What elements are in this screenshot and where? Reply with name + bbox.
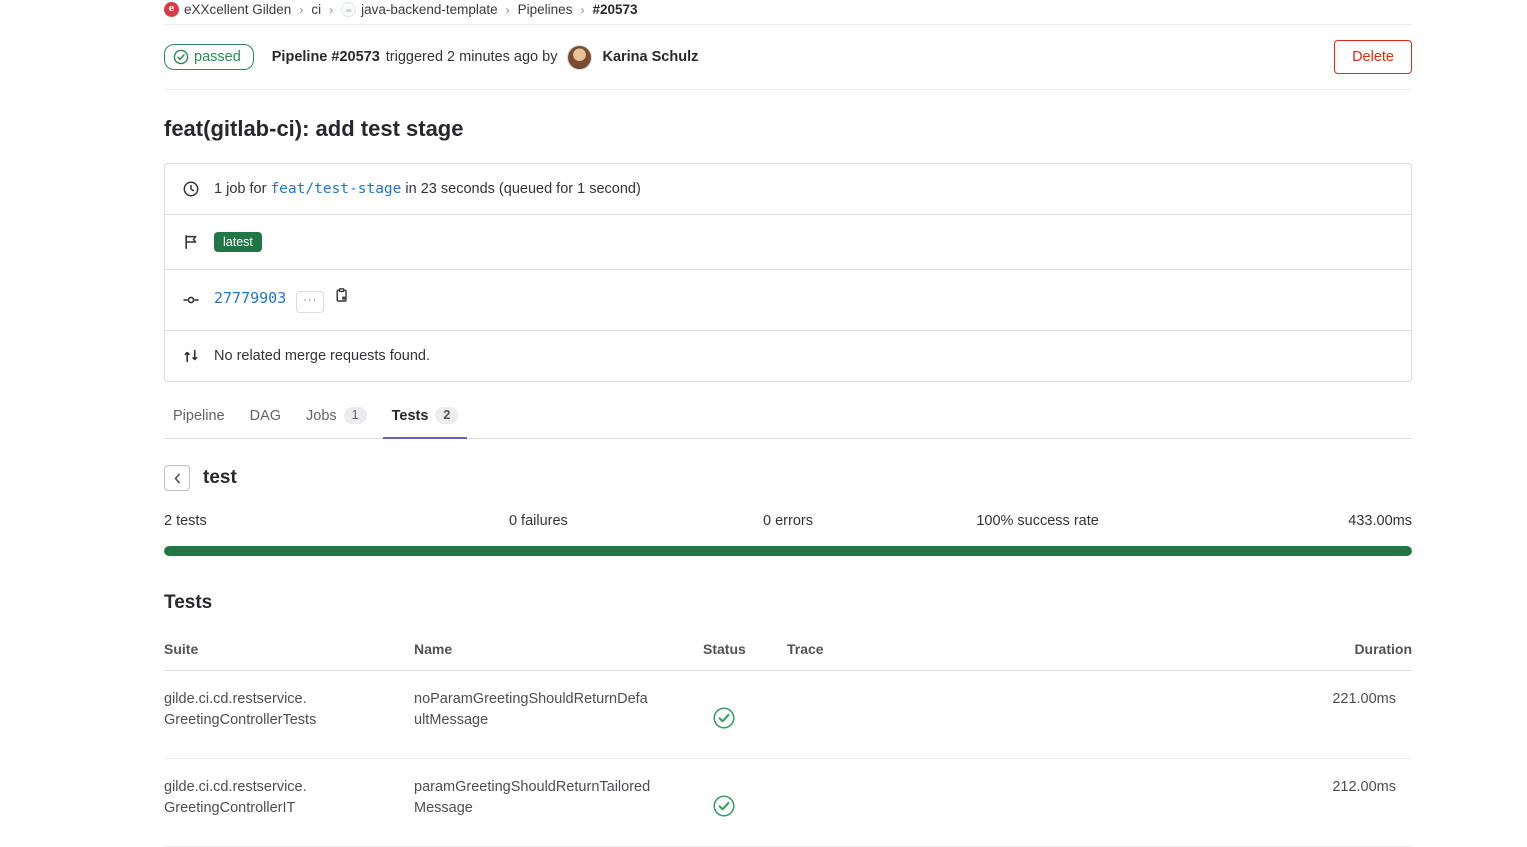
tab-jobs[interactable]: Jobs 1 xyxy=(297,395,376,439)
pipeline-trigger-info: Pipeline #20573 triggered 2 minutes ago … xyxy=(272,45,699,70)
breadcrumb-group-label: eXXcellent Gilden xyxy=(184,2,291,17)
page-title: feat(gitlab-ci): add test stage xyxy=(164,116,1412,142)
job-summary-row: 1 job for feat/test-stage in 23 seconds … xyxy=(165,164,1411,214)
test-row-suite: gilde.ci.cd.restservice. GreetingControl… xyxy=(164,671,414,759)
column-header-name: Name xyxy=(414,628,703,671)
breadcrumb-item-group[interactable]: e eXXcellent Gilden xyxy=(164,2,291,17)
success-rate-progress-track xyxy=(164,546,1412,556)
tab-tests[interactable]: Tests 2 xyxy=(383,395,468,439)
project-avatar-icon: ☕ xyxy=(341,2,356,17)
breadcrumb-pipeline-id-label: #20573 xyxy=(592,2,637,17)
commit-icon xyxy=(183,292,199,308)
commit-sha-link[interactable]: 27779903 xyxy=(214,289,286,307)
commit-description-toggle[interactable]: ··· xyxy=(296,291,324,313)
test-summary: 2 tests 0 failures 0 errors 100% success… xyxy=(164,513,1412,529)
breadcrumb: e eXXcellent Gilden › ci › ☕ java-backen… xyxy=(164,0,1412,25)
tab-pipeline[interactable]: Pipeline xyxy=(164,396,234,439)
pipeline-status-label: passed xyxy=(194,49,241,65)
test-row-duration: 221.00ms xyxy=(1302,671,1412,759)
test-suite-title: test xyxy=(203,467,237,489)
merge-request-text: No related merge requests found. xyxy=(214,348,430,364)
pipeline-id-label: Pipeline #20573 xyxy=(272,49,380,65)
pipeline-status-badge[interactable]: passed xyxy=(164,44,254,70)
column-header-status: Status xyxy=(703,628,787,671)
tab-dag-label: DAG xyxy=(250,408,281,424)
tests-heading: Tests xyxy=(164,592,1412,614)
check-circle-icon xyxy=(173,49,189,65)
breadcrumb-subgroup-label: ci xyxy=(311,2,321,17)
breadcrumb-item-subgroup[interactable]: ci xyxy=(311,2,321,17)
breadcrumb-item-pipeline-id: #20573 xyxy=(592,2,637,17)
test-row-trace xyxy=(787,671,1302,759)
merge-request-row: No related merge requests found. xyxy=(165,330,1411,381)
user-avatar[interactable] xyxy=(567,45,592,70)
breadcrumb-item-project[interactable]: ☕ java-backend-template xyxy=(341,2,498,17)
latest-badge[interactable]: latest xyxy=(214,232,262,252)
clock-icon xyxy=(183,181,199,197)
triggered-text: triggered 2 minutes ago by xyxy=(386,49,558,65)
test-row-duration: 212.00ms xyxy=(1302,759,1412,847)
breadcrumb-separator: › xyxy=(506,3,510,17)
test-suite-header: test xyxy=(164,465,1412,491)
chevron-left-icon xyxy=(171,472,184,485)
tab-jobs-label: Jobs xyxy=(306,408,337,424)
breadcrumb-pipelines-label: Pipelines xyxy=(518,2,573,17)
tab-pipeline-label: Pipeline xyxy=(173,408,225,424)
summary-duration: 433.00ms xyxy=(1162,513,1412,529)
summary-errors: 0 errors xyxy=(663,513,913,529)
breadcrumb-separator: › xyxy=(299,3,303,17)
job-summary-text: 1 job for feat/test-stage in 23 seconds … xyxy=(214,181,641,197)
commit-row: 27779903 ··· xyxy=(165,269,1411,330)
pipeline-info-card: 1 job for feat/test-stage in 23 seconds … xyxy=(164,163,1412,382)
column-header-suite: Suite xyxy=(164,628,414,671)
delete-button[interactable]: Delete xyxy=(1334,40,1412,74)
flag-icon xyxy=(183,234,199,250)
group-avatar-icon: e xyxy=(164,2,179,17)
clipboard-icon xyxy=(334,287,350,303)
test-row-trace xyxy=(787,759,1302,847)
test-row-status xyxy=(703,671,787,759)
breadcrumb-separator: › xyxy=(329,3,333,17)
test-row-suite: gilde.ci.cd.restservice. GreetingControl… xyxy=(164,759,414,847)
test-passed-icon xyxy=(713,795,735,817)
copy-commit-sha-button[interactable] xyxy=(334,287,350,303)
success-rate-progress-bar xyxy=(164,546,1412,556)
latest-badge-row: latest xyxy=(165,214,1411,269)
job-summary-suffix: in 23 seconds (queued for 1 second) xyxy=(405,181,640,197)
pipeline-tabs: Pipeline DAG Jobs 1 Tests 2 xyxy=(164,395,1412,439)
merge-request-icon xyxy=(183,348,199,364)
back-button[interactable] xyxy=(164,465,190,491)
column-header-duration: Duration xyxy=(1302,628,1412,671)
column-header-trace: Trace xyxy=(787,628,1302,671)
test-row-name: paramGreetingShouldReturnTailored Messag… xyxy=(414,759,703,847)
test-row-name: noParamGreetingShouldReturnDefa ultMessa… xyxy=(414,671,703,759)
job-summary-prefix: 1 job for xyxy=(214,181,266,197)
breadcrumb-separator: › xyxy=(580,3,584,17)
user-name[interactable]: Karina Schulz xyxy=(602,49,698,65)
tab-tests-label: Tests xyxy=(392,408,429,424)
ref-link[interactable]: feat/test-stage xyxy=(270,181,401,197)
summary-total-tests: 2 tests xyxy=(164,513,414,529)
pipeline-status-bar: passed Pipeline #20573 triggered 2 minut… xyxy=(164,25,1412,90)
test-passed-icon xyxy=(713,707,735,729)
commit-info: 27779903 ··· xyxy=(214,287,350,313)
test-row-status xyxy=(703,759,787,847)
pipeline-page: e eXXcellent Gilden › ci › ☕ java-backen… xyxy=(164,0,1412,847)
tab-jobs-count-badge: 1 xyxy=(344,407,367,424)
tests-table: Suite Name Status Trace Duration gilde.c… xyxy=(164,628,1412,847)
summary-failures: 0 failures xyxy=(414,513,664,529)
breadcrumb-project-label: java-backend-template xyxy=(361,2,498,17)
tab-dag[interactable]: DAG xyxy=(241,396,290,439)
tab-tests-count-badge: 2 xyxy=(435,407,458,424)
breadcrumb-item-pipelines[interactable]: Pipelines xyxy=(518,2,573,17)
summary-success-rate: 100% success rate xyxy=(913,513,1163,529)
